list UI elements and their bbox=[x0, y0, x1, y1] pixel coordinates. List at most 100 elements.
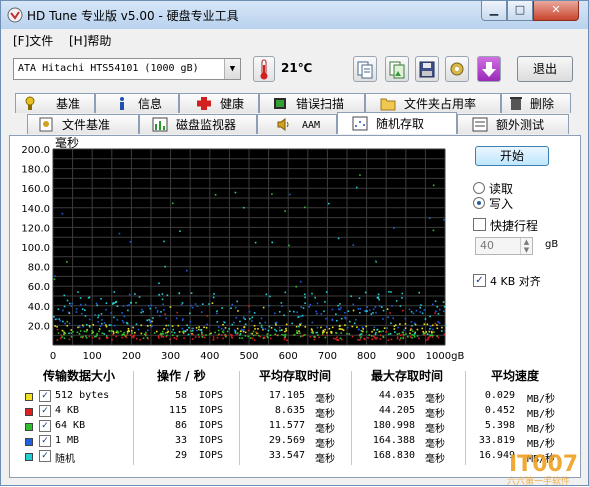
data-point bbox=[214, 193, 217, 196]
data-point bbox=[85, 330, 88, 333]
data-point bbox=[291, 322, 293, 325]
data-point bbox=[265, 293, 268, 296]
write-radio[interactable] bbox=[473, 197, 485, 209]
drive-select[interactable]: ATA Hitachi HTS54101 (1000 gB) ▼ bbox=[13, 58, 241, 80]
data-point bbox=[254, 334, 257, 336]
data-point bbox=[344, 324, 346, 326]
data-point bbox=[379, 338, 382, 340]
data-point bbox=[401, 331, 404, 334]
data-point bbox=[311, 292, 313, 295]
data-point bbox=[190, 304, 193, 307]
data-point bbox=[205, 334, 207, 336]
tab-random-access[interactable]: 随机存取 bbox=[337, 112, 457, 134]
data-point bbox=[270, 327, 273, 329]
data-point bbox=[316, 312, 318, 315]
data-point bbox=[269, 295, 271, 298]
data-point bbox=[70, 305, 73, 307]
data-point bbox=[335, 313, 337, 316]
short-stroke-checkbox[interactable] bbox=[473, 218, 486, 231]
data-point bbox=[298, 330, 300, 332]
data-point bbox=[405, 333, 407, 335]
data-point bbox=[281, 305, 283, 307]
data-point bbox=[88, 325, 91, 328]
data-point bbox=[160, 311, 162, 313]
data-point bbox=[382, 309, 385, 312]
data-point bbox=[131, 336, 134, 338]
data-point bbox=[368, 309, 371, 312]
data-point bbox=[346, 326, 349, 329]
tab-aam[interactable]: AAM bbox=[257, 114, 337, 134]
copy-screenshot-button[interactable] bbox=[385, 56, 409, 82]
minimize-button[interactable]: ▁ bbox=[481, 1, 507, 21]
data-point bbox=[241, 337, 243, 339]
data-point bbox=[164, 332, 167, 334]
data-point bbox=[85, 337, 88, 339]
series-visible-checkbox[interactable]: ✓ bbox=[39, 450, 51, 462]
download-button[interactable] bbox=[477, 56, 501, 82]
data-point bbox=[366, 306, 368, 308]
series-visible-checkbox[interactable]: ✓ bbox=[39, 390, 51, 402]
short-stroke-size-input[interactable]: 40 ▲ ▼ bbox=[475, 237, 533, 255]
data-point bbox=[243, 326, 246, 328]
data-point bbox=[312, 332, 314, 335]
tab-disk-monitor[interactable]: 磁盘监视器 bbox=[139, 114, 257, 134]
data-point bbox=[251, 320, 253, 322]
copy-text-button[interactable] bbox=[353, 56, 377, 82]
options-button[interactable] bbox=[445, 56, 469, 82]
chevron-down-icon[interactable]: ▼ bbox=[224, 59, 240, 79]
data-point bbox=[127, 327, 130, 330]
series-visible-checkbox[interactable]: ✓ bbox=[39, 405, 51, 417]
tab-error-scan[interactable]: 错误扫描 bbox=[259, 93, 365, 113]
tab-extra-tests[interactable]: 额外测试 bbox=[457, 114, 569, 134]
tab-file-benchmark[interactable]: 文件基准 bbox=[27, 114, 139, 134]
data-point bbox=[112, 330, 115, 333]
data-point bbox=[67, 311, 70, 314]
data-point bbox=[355, 318, 357, 321]
menu-file[interactable]: [F]文件 bbox=[13, 32, 53, 49]
data-point bbox=[418, 337, 420, 340]
maximize-button[interactable]: □ bbox=[507, 1, 533, 21]
data-point bbox=[431, 303, 434, 306]
app-logo-icon bbox=[7, 7, 23, 23]
tab-info[interactable]: 信息 bbox=[95, 93, 179, 113]
data-point bbox=[320, 326, 322, 329]
menu-help[interactable]: [H]帮助 bbox=[69, 32, 111, 49]
title-bar[interactable]: HD Tune 专业版 v5.00 - 硬盘专业工具 ▁ □ ✕ bbox=[1, 1, 588, 29]
data-point bbox=[331, 308, 334, 311]
data-point bbox=[72, 330, 74, 333]
data-point bbox=[75, 311, 78, 313]
data-point bbox=[423, 309, 426, 311]
data-point bbox=[372, 312, 374, 314]
data-point bbox=[318, 336, 320, 339]
exit-button[interactable]: 退出 bbox=[517, 56, 573, 82]
tab-health[interactable]: 健康 bbox=[179, 93, 259, 113]
series-name: 4 KB bbox=[55, 405, 80, 416]
data-point bbox=[387, 339, 390, 341]
align-4kb-checkbox[interactable]: ✓ bbox=[473, 274, 486, 287]
data-point bbox=[359, 308, 362, 310]
read-radio[interactable] bbox=[473, 182, 485, 194]
tab-erase[interactable]: 删除 bbox=[501, 93, 571, 113]
data-point bbox=[186, 324, 188, 326]
data-point bbox=[139, 338, 141, 341]
data-point bbox=[321, 332, 324, 335]
series-visible-checkbox[interactable]: ✓ bbox=[39, 435, 51, 447]
series-visible-checkbox[interactable]: ✓ bbox=[39, 420, 51, 432]
data-point bbox=[82, 325, 85, 328]
start-button[interactable]: 开始 bbox=[475, 146, 549, 166]
y-axis-label: 毫秒 bbox=[55, 137, 79, 150]
data-point bbox=[411, 330, 414, 333]
data-point bbox=[113, 291, 116, 293]
data-point bbox=[81, 312, 83, 315]
tab-folder-usage[interactable]: 文件夹占用率 bbox=[365, 93, 501, 113]
data-point bbox=[122, 305, 125, 307]
close-button[interactable]: ✕ bbox=[533, 1, 579, 21]
save-button[interactable] bbox=[415, 56, 439, 82]
tab-benchmark[interactable]: 基准 bbox=[15, 93, 95, 113]
data-point bbox=[339, 303, 341, 305]
spinner-arrows-icon[interactable]: ▲ ▼ bbox=[520, 238, 532, 254]
data-point bbox=[110, 330, 113, 332]
data-point bbox=[239, 330, 242, 333]
data-point bbox=[194, 303, 197, 305]
align-4kb-label: 4 KB 对齐 bbox=[490, 275, 541, 288]
